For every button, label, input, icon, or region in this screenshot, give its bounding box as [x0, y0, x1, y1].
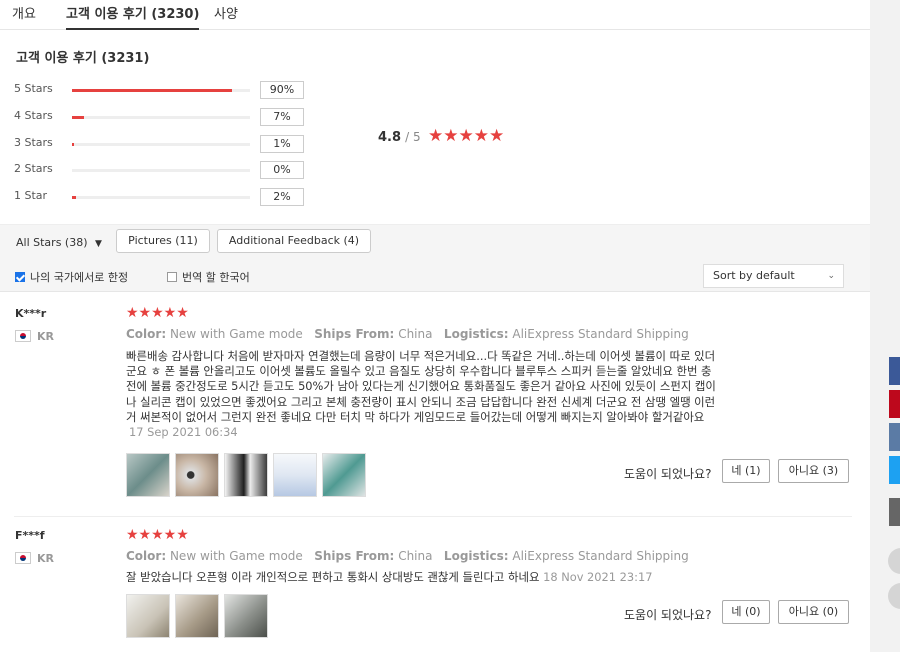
rating-bar: [72, 116, 250, 119]
review-text-line: 전에 볼륨 중간정도로 5시간 듣고도 50%가 남아 있다는게 신기했어요 통…: [126, 379, 716, 394]
color-attr-label: Color:: [126, 549, 167, 563]
review-text-line: 빠른배송 감사합니다 처음에 받자마자 연결했는데 음량이 너무 적은거네요..…: [126, 349, 716, 363]
ships-from-value: China: [398, 549, 433, 563]
review-date: 18 Nov 2021 23:17: [543, 570, 653, 584]
rating-row-label: 2 Stars: [14, 162, 53, 175]
tab-bar: 개요 고객 이용 후기 (3230) 사양: [0, 0, 870, 30]
star-filter-label: All Stars (38): [16, 236, 88, 249]
average-star-icons: ★★★★★: [428, 126, 505, 146]
helpful-no-button[interactable]: 아니요 (3): [778, 459, 849, 483]
rating-row-label: 3 Stars: [14, 136, 53, 149]
tab-specs[interactable]: 사양: [214, 3, 238, 30]
average-rating-value: 4.8: [378, 130, 402, 145]
product-page: 개요 고객 이용 후기 (3230) 사양 고객 이용 후기 (3231) 5 …: [0, 0, 870, 652]
my-country-filter[interactable]: 나의 국가에서로 한정: [15, 269, 128, 285]
review-filters: All Stars (38) ▼ Pictures (11) Additiona…: [0, 224, 870, 292]
rating-bar-fill: [72, 116, 85, 119]
rating-bar-fill: [72, 89, 233, 92]
more-share-icon[interactable]: [889, 498, 900, 526]
review-photo-thumbnail[interactable]: [126, 453, 170, 497]
review-text-line: 거 써본적이 없어서 그런지 완전 좋네요 다만 터치 막 하다가 게임모드로 …: [126, 409, 705, 424]
review-photo-thumbnail[interactable]: [273, 453, 317, 497]
chevron-down-icon: ⌄: [827, 271, 835, 281]
rating-percent: 0%: [260, 161, 304, 179]
average-rating-max: / 5: [405, 130, 421, 144]
rating-row-label: 5 Stars: [14, 82, 53, 95]
rating-bar-fill: [72, 143, 74, 146]
review-photo-thumbnail[interactable]: [224, 453, 268, 497]
checkbox-icon[interactable]: [167, 272, 177, 282]
review-date: 17 Sep 2021 06:34: [129, 425, 238, 440]
review-attributes: Color: New with Game mode Ships From: Ch…: [126, 327, 689, 341]
korea-flag-icon: [15, 552, 31, 564]
rating-summary: 고객 이용 후기 (3231) 5 Stars 90% 4 Stars 7% 3…: [0, 31, 870, 224]
review-attributes: Color: New with Game mode Ships From: Ch…: [126, 549, 689, 563]
color-attr-value: New with Game mode: [169, 327, 303, 341]
rating-bar: [72, 89, 250, 92]
translate-filter[interactable]: 번역 할 한국어: [167, 269, 250, 285]
rating-bar: [72, 169, 250, 172]
review-photo-thumbnail[interactable]: [175, 594, 219, 638]
review-text-line: 나 실리콘 캡이 있었으면 좋겠어요 그리고 본체 충전량이 표시 안되니 조금…: [126, 394, 716, 409]
review-photo-thumbnail[interactable]: [322, 453, 366, 497]
average-rating: 4.8 / 5: [378, 130, 421, 145]
rating-row-label: 4 Stars: [14, 109, 53, 122]
sort-select[interactable]: Sort by default ⌄: [703, 264, 844, 288]
logistics-value: AliExpress Standard Shipping: [512, 549, 689, 563]
my-country-label: 나의 국가에서로 한정: [30, 271, 129, 284]
rating-percent: 1%: [260, 135, 304, 153]
twitter-share-icon[interactable]: [889, 456, 900, 484]
review-text: 잘 받았습니다 오픈형 이라 개인적으로 편하고 통화시 상대방도 괜찮게 들린…: [126, 570, 826, 585]
logistics-label: Logistics:: [443, 327, 509, 341]
reviewer-name: F***f: [15, 529, 45, 542]
additional-feedback-filter-button[interactable]: Additional Feedback (4): [217, 229, 371, 253]
tab-reviews[interactable]: 고객 이용 후기 (3230): [66, 3, 200, 30]
helpful-no-button[interactable]: 아니요 (0): [778, 600, 849, 624]
review-text-line: 잘 받았습니다 오픈형 이라 개인적으로 편하고 통화시 상대방도 괜찮게 들린…: [126, 570, 540, 584]
pictures-filter-button[interactable]: Pictures (11): [116, 229, 210, 253]
review-photo-thumbnail[interactable]: [126, 594, 170, 638]
pinterest-share-icon[interactable]: [889, 390, 900, 418]
ships-from-value: China: [398, 327, 433, 341]
review-text: 빠른배송 감사합니다 처음에 받자마자 연결했는데 음량이 너무 적은거네요..…: [126, 349, 762, 440]
helpful-question: 도움이 되었나요?: [624, 467, 712, 481]
reviewer-name: K***r: [15, 307, 47, 320]
helpful-yes-button[interactable]: 네 (0): [722, 600, 770, 624]
helpful-question: 도움이 되었나요?: [624, 608, 712, 622]
translate-label: 번역 할 한국어: [182, 271, 250, 284]
reviewer-country: KR: [37, 552, 54, 565]
ships-from-label: Ships From:: [314, 327, 395, 341]
rating-bar: [72, 196, 250, 199]
ships-from-label: Ships From:: [314, 549, 395, 563]
review-star-icons: ★★★★★: [126, 305, 189, 321]
star-filter-dropdown[interactable]: All Stars (38) ▼: [16, 236, 102, 249]
reviewer-country: KR: [37, 330, 54, 343]
rating-percent: 2%: [260, 188, 304, 206]
helpful-yes-button[interactable]: 네 (1): [722, 459, 770, 483]
logistics-value: AliExpress Standard Shipping: [512, 327, 689, 341]
facebook-share-icon[interactable]: [889, 357, 900, 385]
chevron-down-icon: ▼: [95, 239, 102, 249]
vk-share-icon[interactable]: [889, 423, 900, 451]
color-attr-label: Color:: [126, 327, 167, 341]
rating-percent: 90%: [260, 81, 304, 99]
review-divider: [14, 516, 852, 517]
korea-flag-icon: [15, 330, 31, 342]
sort-select-value: Sort by default: [713, 269, 795, 282]
logistics-label: Logistics:: [443, 549, 509, 563]
review-photo-thumbnail[interactable]: [224, 594, 268, 638]
color-attr-value: New with Game mode: [169, 549, 303, 563]
checkbox-checked-icon[interactable]: [15, 272, 25, 282]
rating-bar-fill: [72, 196, 76, 199]
rating-row-label: 1 Star: [14, 189, 48, 202]
review-photo-thumbnail[interactable]: [175, 453, 219, 497]
rating-bar: [72, 143, 250, 146]
review-text-line: 군요 ㅎ 폰 볼륨 안올리고도 이어셋 볼륨도 올릴수 있고 음질도 상당히 우…: [126, 364, 712, 379]
rating-percent: 7%: [260, 108, 304, 126]
reviews-title: 고객 이용 후기 (3231): [16, 51, 150, 66]
tab-overview[interactable]: 개요: [12, 3, 36, 30]
review-star-icons: ★★★★★: [126, 527, 189, 543]
